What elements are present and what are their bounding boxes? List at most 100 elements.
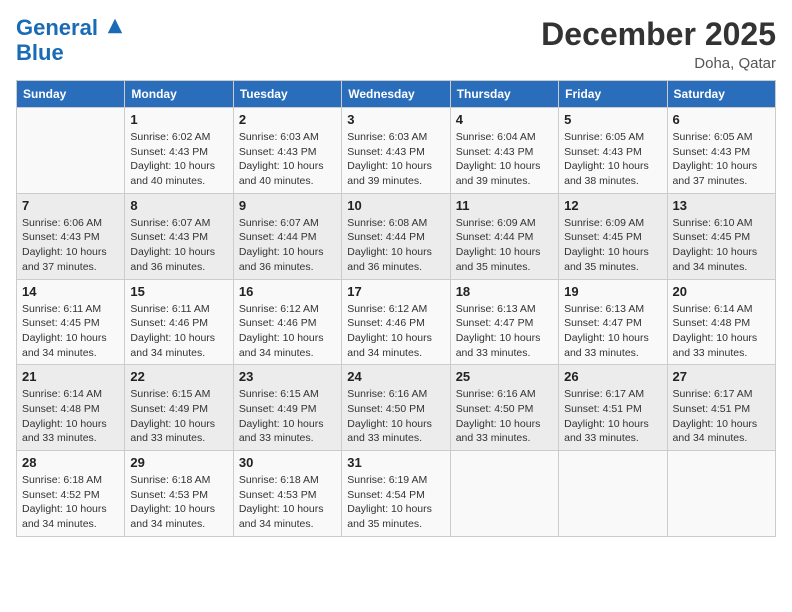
calendar-cell: 4 Sunrise: 6:04 AM Sunset: 4:43 PM Daylig… [450, 108, 558, 194]
day-info: Sunrise: 6:19 AM Sunset: 4:54 PM Dayligh… [347, 473, 444, 532]
day-info: Sunrise: 6:07 AM Sunset: 4:43 PM Dayligh… [130, 216, 227, 275]
calendar-cell: 15 Sunrise: 6:11 AM Sunset: 4:46 PM Dayli… [125, 279, 233, 365]
location: Doha, Qatar [541, 55, 776, 72]
day-number: 19 [564, 284, 661, 299]
day-info: Sunrise: 6:15 AM Sunset: 4:49 PM Dayligh… [239, 387, 336, 446]
calendar-cell: 5 Sunrise: 6:05 AM Sunset: 4:43 PM Daylig… [559, 108, 667, 194]
title-block: December 2025 Doha, Qatar [541, 16, 776, 72]
calendar-cell [17, 108, 125, 194]
calendar-cell [450, 451, 558, 537]
logo-text: General [16, 16, 124, 40]
day-number: 30 [239, 455, 336, 470]
col-header-saturday: Saturday [667, 81, 775, 108]
day-number: 12 [564, 198, 661, 213]
day-number: 9 [239, 198, 336, 213]
day-number: 26 [564, 369, 661, 384]
calendar-cell: 8 Sunrise: 6:07 AM Sunset: 4:43 PM Daylig… [125, 193, 233, 279]
day-info: Sunrise: 6:12 AM Sunset: 4:46 PM Dayligh… [347, 302, 444, 361]
day-number: 28 [22, 455, 119, 470]
day-info: Sunrise: 6:15 AM Sunset: 4:49 PM Dayligh… [130, 387, 227, 446]
day-number: 13 [673, 198, 770, 213]
day-number: 27 [673, 369, 770, 384]
day-info: Sunrise: 6:17 AM Sunset: 4:51 PM Dayligh… [564, 387, 661, 446]
day-info: Sunrise: 6:12 AM Sunset: 4:46 PM Dayligh… [239, 302, 336, 361]
calendar-cell: 14Sunrise: 6:11 AM Sunset: 4:45 PM Dayli… [17, 279, 125, 365]
calendar-cell: 16 Sunrise: 6:12 AM Sunset: 4:46 PM Dayli… [233, 279, 341, 365]
calendar-cell: 2Sunrise: 6:03 AM Sunset: 4:43 PM Daylig… [233, 108, 341, 194]
day-number: 1 [130, 112, 227, 127]
calendar-cell: 11 Sunrise: 6:09 AM Sunset: 4:44 PM Dayli… [450, 193, 558, 279]
day-number: 3 [347, 112, 444, 127]
day-number: 15 [130, 284, 227, 299]
col-header-wednesday: Wednesday [342, 81, 450, 108]
calendar-cell [667, 451, 775, 537]
day-number: 23 [239, 369, 336, 384]
calendar-cell: 27 Sunrise: 6:17 AM Sunset: 4:51 PM Dayli… [667, 365, 775, 451]
day-number: 14 [22, 284, 119, 299]
day-info: Sunrise: 6:06 AM Sunset: 4:43 PM Dayligh… [22, 216, 119, 275]
week-row-1: 1 Sunrise: 6:02 AM Sunset: 4:43 PM Daylig… [17, 108, 776, 194]
day-number: 22 [130, 369, 227, 384]
day-info: Sunrise: 6:16 AM Sunset: 4:50 PM Dayligh… [347, 387, 444, 446]
day-number: 4 [456, 112, 553, 127]
day-number: 20 [673, 284, 770, 299]
day-info: Sunrise: 6:10 AM Sunset: 4:45 PM Dayligh… [673, 216, 770, 275]
calendar-cell: 7 Sunrise: 6:06 AM Sunset: 4:43 PM Daylig… [17, 193, 125, 279]
day-info: Sunrise: 6:08 AM Sunset: 4:44 PM Dayligh… [347, 216, 444, 275]
day-info: Sunrise: 6:14 AM Sunset: 4:48 PM Dayligh… [673, 302, 770, 361]
day-number: 5 [564, 112, 661, 127]
calendar-cell: 1 Sunrise: 6:02 AM Sunset: 4:43 PM Daylig… [125, 108, 233, 194]
calendar-cell: 21 Sunrise: 6:14 AM Sunset: 4:48 PM Dayli… [17, 365, 125, 451]
day-info: Sunrise: 6:05 AM Sunset: 4:43 PM Dayligh… [673, 130, 770, 189]
logo-icon [106, 17, 124, 35]
calendar-cell: 10Sunrise: 6:08 AM Sunset: 4:44 PM Dayli… [342, 193, 450, 279]
day-info: Sunrise: 6:18 AM Sunset: 4:53 PM Dayligh… [239, 473, 336, 532]
calendar-cell: 20 Sunrise: 6:14 AM Sunset: 4:48 PM Dayli… [667, 279, 775, 365]
day-number: 17 [347, 284, 444, 299]
calendar-cell: 12 Sunrise: 6:09 AM Sunset: 4:45 PM Dayli… [559, 193, 667, 279]
calendar-cell: 18Sunrise: 6:13 AM Sunset: 4:47 PM Dayli… [450, 279, 558, 365]
day-info: Sunrise: 6:14 AM Sunset: 4:48 PM Dayligh… [22, 387, 119, 446]
day-info: Sunrise: 6:07 AM Sunset: 4:44 PM Dayligh… [239, 216, 336, 275]
calendar-cell: 19Sunrise: 6:13 AM Sunset: 4:47 PM Dayli… [559, 279, 667, 365]
day-number: 11 [456, 198, 553, 213]
day-number: 25 [456, 369, 553, 384]
col-header-sunday: Sunday [17, 81, 125, 108]
day-info: Sunrise: 6:18 AM Sunset: 4:53 PM Dayligh… [130, 473, 227, 532]
col-header-monday: Monday [125, 81, 233, 108]
day-info: Sunrise: 6:03 AM Sunset: 4:43 PM Dayligh… [239, 130, 336, 189]
day-info: Sunrise: 6:03 AM Sunset: 4:43 PM Dayligh… [347, 130, 444, 189]
day-number: 8 [130, 198, 227, 213]
day-number: 21 [22, 369, 119, 384]
day-info: Sunrise: 6:09 AM Sunset: 4:44 PM Dayligh… [456, 216, 553, 275]
calendar-cell: 26 Sunrise: 6:17 AM Sunset: 4:51 PM Dayli… [559, 365, 667, 451]
day-number: 7 [22, 198, 119, 213]
day-info: Sunrise: 6:05 AM Sunset: 4:43 PM Dayligh… [564, 130, 661, 189]
logo: General Blue [16, 16, 124, 66]
day-number: 24 [347, 369, 444, 384]
day-info: Sunrise: 6:17 AM Sunset: 4:51 PM Dayligh… [673, 387, 770, 446]
week-row-5: 28Sunrise: 6:18 AM Sunset: 4:52 PM Dayli… [17, 451, 776, 537]
week-row-2: 7 Sunrise: 6:06 AM Sunset: 4:43 PM Daylig… [17, 193, 776, 279]
calendar-cell: 22 Sunrise: 6:15 AM Sunset: 4:49 PM Dayli… [125, 365, 233, 451]
calendar-cell: 9 Sunrise: 6:07 AM Sunset: 4:44 PM Daylig… [233, 193, 341, 279]
day-number: 6 [673, 112, 770, 127]
col-header-tuesday: Tuesday [233, 81, 341, 108]
calendar-cell: 3 Sunrise: 6:03 AM Sunset: 4:43 PM Daylig… [342, 108, 450, 194]
day-info: Sunrise: 6:02 AM Sunset: 4:43 PM Dayligh… [130, 130, 227, 189]
day-number: 31 [347, 455, 444, 470]
day-info: Sunrise: 6:04 AM Sunset: 4:43 PM Dayligh… [456, 130, 553, 189]
day-info: Sunrise: 6:11 AM Sunset: 4:46 PM Dayligh… [130, 302, 227, 361]
day-number: 16 [239, 284, 336, 299]
week-row-4: 21 Sunrise: 6:14 AM Sunset: 4:48 PM Dayli… [17, 365, 776, 451]
calendar-cell: 29Sunrise: 6:18 AM Sunset: 4:53 PM Dayli… [125, 451, 233, 537]
calendar-cell: 30 Sunrise: 6:18 AM Sunset: 4:53 PM Dayli… [233, 451, 341, 537]
calendar-cell: 23 Sunrise: 6:15 AM Sunset: 4:49 PM Dayli… [233, 365, 341, 451]
logo-blue: Blue [16, 40, 64, 66]
page-header: General Blue December 2025 Doha, Qatar [16, 16, 776, 72]
month-title: December 2025 [541, 16, 776, 53]
day-info: Sunrise: 6:09 AM Sunset: 4:45 PM Dayligh… [564, 216, 661, 275]
calendar-cell [559, 451, 667, 537]
calendar-cell: 6 Sunrise: 6:05 AM Sunset: 4:43 PM Daylig… [667, 108, 775, 194]
calendar-cell: 17 Sunrise: 6:12 AM Sunset: 4:46 PM Dayli… [342, 279, 450, 365]
